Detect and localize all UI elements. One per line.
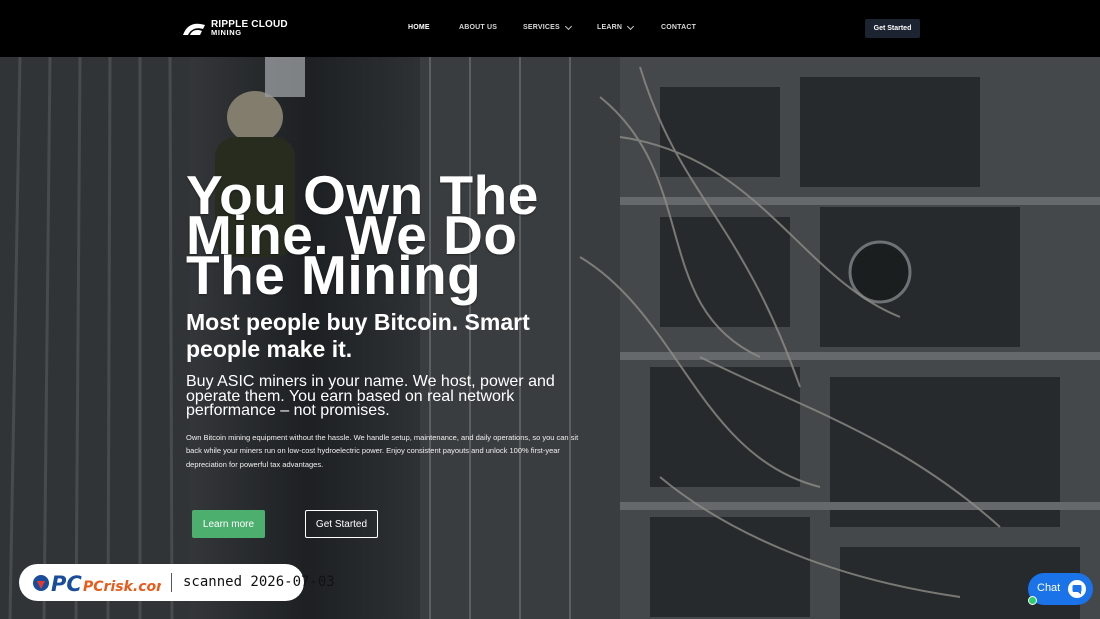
nav-item-label: SERVICES [523, 24, 560, 31]
chevron-down-icon [627, 22, 635, 30]
ripple-logo-icon [183, 23, 205, 35]
pcrisk-logo-icon: PC PCrisk.com [33, 572, 161, 596]
pcrisk-brand-text: PCrisk.com [83, 579, 161, 595]
nav-item-learn[interactable]: LEARN [597, 22, 635, 31]
chat-widget-button[interactable]: Chat [1028, 573, 1093, 605]
learn-more-button[interactable]: Learn more [192, 510, 265, 538]
online-status-dot [1028, 596, 1037, 605]
chat-label: Chat [1037, 582, 1061, 594]
hero-section: You Own The Mine. We Do The Mining Most … [0, 57, 1100, 619]
nav-item-label: CONTACT [661, 24, 697, 31]
pcrisk-watermark: PC PCrisk.com scanned 2026-07-03 [19, 564, 335, 601]
header-get-started-button[interactable]: Get Started [865, 19, 920, 38]
hero-subhead: Most people buy Bitcoin. Smart people ma… [186, 309, 530, 362]
hero-headline: You Own The Mine. We Do The Mining [186, 164, 539, 306]
scan-date-text: scanned 2026-07-03 [183, 574, 335, 590]
nav-item-label: LEARN [597, 24, 623, 31]
nav-item-services[interactable]: SERVICES [523, 22, 572, 31]
get-started-button[interactable]: Get Started [305, 510, 378, 538]
nav-item-about-us[interactable]: ABOUT US [459, 24, 497, 31]
chat-bubble-icon [1068, 580, 1086, 598]
nav-item-contact[interactable]: CONTACT [661, 24, 696, 31]
watermark-divider [171, 573, 172, 592]
svg-text:PC: PC [51, 572, 82, 596]
hero-tagline: Buy ASIC miners in your name. We host, p… [186, 373, 555, 419]
nav-item-home[interactable]: HOME [408, 24, 430, 31]
hero-body-text: Own Bitcoin mining equipment without the… [186, 433, 579, 469]
chevron-down-icon [564, 22, 572, 30]
site-logo[interactable]: RIPPLE CLOUD MINING [181, 19, 288, 37]
nav-item-label: HOME [408, 24, 430, 31]
logo-line2: MINING [211, 27, 242, 37]
nav-item-label: ABOUT US [459, 24, 498, 31]
site-header: RIPPLE CLOUD MINING HOME ABOUT US SERVIC… [0, 0, 1100, 57]
